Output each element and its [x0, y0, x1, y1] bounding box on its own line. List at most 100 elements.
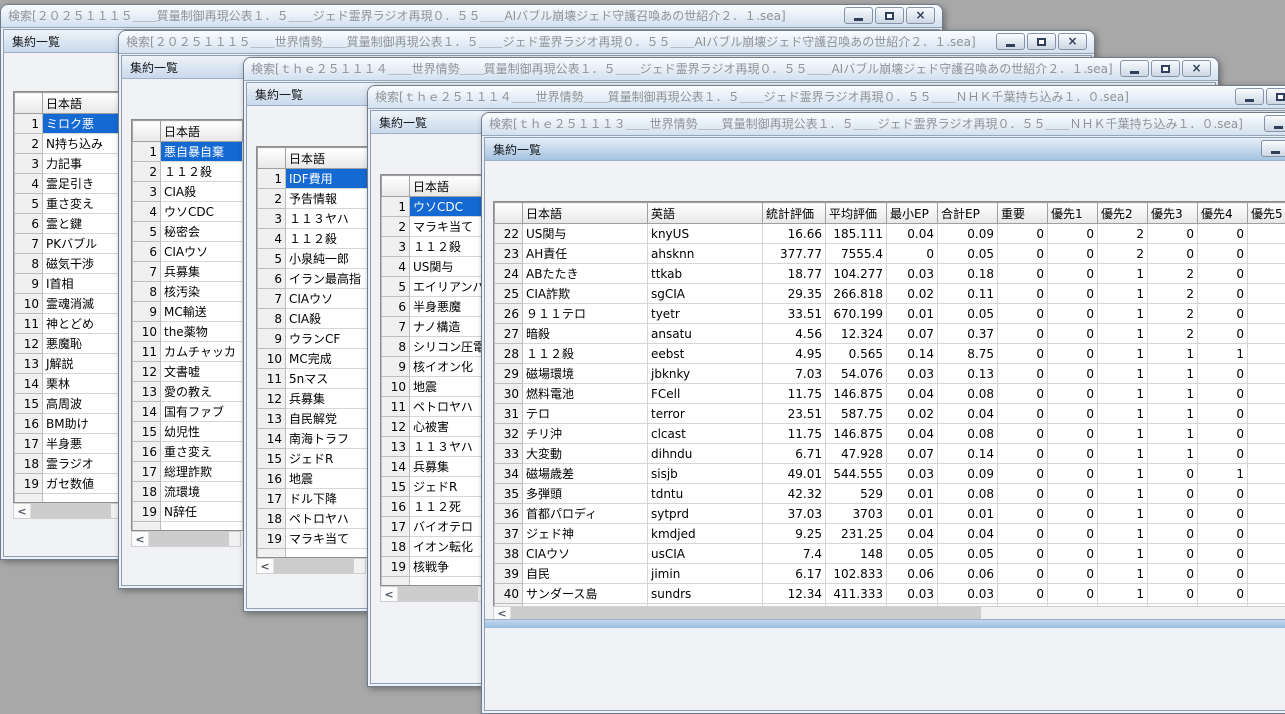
row-number[interactable]: 39 [495, 564, 523, 584]
list-row[interactable]: 18流環境 [133, 482, 243, 502]
table-cell[interactable]: ttkab [648, 264, 763, 284]
table-cell[interactable]: 0.04 [887, 524, 938, 544]
table-cell[interactable]: 0 [1148, 504, 1198, 524]
list-row[interactable]: 18ペトロヤハ [258, 509, 368, 529]
table-cell[interactable]: 1 [1098, 424, 1148, 444]
list-row[interactable]: 2マラキ当て [382, 217, 492, 237]
list-row[interactable]: 13自民解党 [258, 409, 368, 429]
list-row[interactable]: 4霊足引き [15, 174, 125, 194]
table-cell[interactable]: 18.77 [763, 264, 826, 284]
table-cell[interactable]: 11.75 [763, 384, 826, 404]
table-cell[interactable]: 1 [1098, 564, 1148, 584]
table-cell[interactable]: 23.51 [763, 404, 826, 424]
row-number[interactable]: 18 [133, 482, 161, 502]
table-row[interactable]: 24ABたたきttkab18.77104.2770.030.1800120 [495, 264, 1285, 284]
list-cell[interactable]: 霊足引き [43, 174, 125, 194]
row-number[interactable]: 22 [495, 224, 523, 244]
row-number[interactable]: 13 [258, 409, 286, 429]
table-cell[interactable]: 529 [826, 484, 887, 504]
table-cell[interactable]: 33.51 [763, 304, 826, 324]
table-cell[interactable]: 0 [998, 344, 1048, 364]
table-cell[interactable]: CIA詐欺 [523, 284, 648, 304]
minimize-button[interactable] [996, 33, 1025, 50]
table-cell[interactable]: 0.04 [938, 524, 998, 544]
list-row[interactable]: 6霊と鍵 [15, 214, 125, 234]
table-cell[interactable]: AH責任 [523, 244, 648, 264]
table-cell[interactable]: 0 [1048, 264, 1098, 284]
table-cell[interactable]: 大変動 [523, 444, 648, 464]
list-cell[interactable]: 悪魔恥 [43, 334, 125, 354]
table-cell[interactable]: 0 [1148, 544, 1198, 564]
table-row[interactable]: 29磁場環境jbknky7.0354.0760.030.1300110 [495, 364, 1285, 384]
row-number[interactable]: 10 [382, 377, 410, 397]
table-cell[interactable]: 1 [1098, 404, 1148, 424]
row-number[interactable]: 5 [382, 277, 410, 297]
table-cell[interactable]: 0.05 [938, 544, 998, 564]
table-cell[interactable]: 3703 [826, 504, 887, 524]
table-cell[interactable]: 185.111 [826, 224, 887, 244]
table-cell[interactable]: 544.555 [826, 464, 887, 484]
table-cell[interactable]: ansatu [648, 324, 763, 344]
row-number[interactable]: 31 [495, 404, 523, 424]
table-cell[interactable]: サンダース島 [523, 584, 648, 604]
table-cell[interactable]: 29.35 [763, 284, 826, 304]
table-cell[interactable]: 0 [1198, 364, 1248, 384]
table-cell[interactable]: tdntu [648, 484, 763, 504]
table-cell[interactable]: 0 [1148, 484, 1198, 504]
row-number[interactable]: 33 [495, 444, 523, 464]
list-row[interactable]: 10the薬物 [133, 322, 243, 342]
table-cell[interactable]: 0 [1048, 344, 1098, 364]
table-cell[interactable]: 磁場歳差 [523, 464, 648, 484]
list-cell[interactable]: 南海トラフ [286, 429, 368, 449]
table-cell[interactable]: 多弾頭 [523, 484, 648, 504]
table-cell[interactable]: 7.03 [763, 364, 826, 384]
list-row[interactable]: 16重さ変え [133, 442, 243, 462]
table-cell[interactable]: 2 [1098, 224, 1148, 244]
table-cell[interactable]: eebst [648, 344, 763, 364]
table-cell[interactable]: 0 [1148, 244, 1198, 264]
list-row[interactable]: 17ドル下降 [258, 489, 368, 509]
panel-titlebar[interactable]: 集約一覧× [485, 138, 1285, 161]
list-row[interactable]: 6CIAウソ [133, 242, 243, 262]
table-cell[interactable]: 0 [998, 524, 1048, 544]
table-cell[interactable]: 8.75 [938, 344, 998, 364]
table-cell[interactable]: 0 [998, 304, 1048, 324]
horizontal-scrollbar[interactable]: < [256, 558, 366, 574]
table-cell[interactable]: 磁場環境 [523, 364, 648, 384]
table-cell[interactable]: 0 [998, 264, 1048, 284]
row-number[interactable]: 28 [495, 344, 523, 364]
list-row[interactable]: 15ジェドR [382, 477, 492, 497]
row-number[interactable]: 14 [15, 374, 43, 394]
list-row[interactable]: 7兵募集 [133, 262, 243, 282]
table-cell[interactable]: 0.01 [887, 504, 938, 524]
table-cell[interactable]: 0 [1048, 544, 1098, 564]
table-cell[interactable]: tyetr [648, 304, 763, 324]
table-cell[interactable]: sgCIA [648, 284, 763, 304]
table-cell[interactable]: 0.05 [887, 544, 938, 564]
list-row[interactable]: 13１１３ヤハ [382, 437, 492, 457]
table-cell[interactable]: 0 [998, 284, 1048, 304]
list-cell[interactable]: 地震 [286, 469, 368, 489]
row-number[interactable]: 15 [258, 449, 286, 469]
table-cell[interactable]: 0 [1198, 584, 1248, 604]
list-cell[interactable]: ジェドR [410, 477, 492, 497]
close-button[interactable]: × [906, 7, 935, 24]
list-cell[interactable]: 文書嘘 [161, 362, 243, 382]
row-number[interactable]: 12 [382, 417, 410, 437]
row-number[interactable]: 2 [133, 162, 161, 182]
list-cell[interactable]: 核汚染 [161, 282, 243, 302]
list-cell[interactable]: 秘密会 [161, 222, 243, 242]
table-row[interactable]: 36首都パロディsytprd37.0337030.010.0100100 [495, 504, 1285, 524]
table-cell[interactable]: 燃料電池 [523, 384, 648, 404]
table-cell[interactable]: 0 [1048, 444, 1098, 464]
table-cell[interactable]: 1 [1148, 404, 1198, 424]
table-cell[interactable] [1248, 344, 1285, 364]
table-cell[interactable]: 1 [1148, 424, 1198, 444]
row-number[interactable]: 5 [258, 249, 286, 269]
list-row[interactable]: 11ペトロヤハ [382, 397, 492, 417]
list-cell[interactable]: US関与 [410, 257, 492, 277]
table-cell[interactable]: チリ沖 [523, 424, 648, 444]
row-number[interactable]: 8 [133, 282, 161, 302]
list-cell[interactable]: 力記事 [43, 154, 125, 174]
column-header-japanese[interactable]: 日本語 [410, 176, 492, 197]
